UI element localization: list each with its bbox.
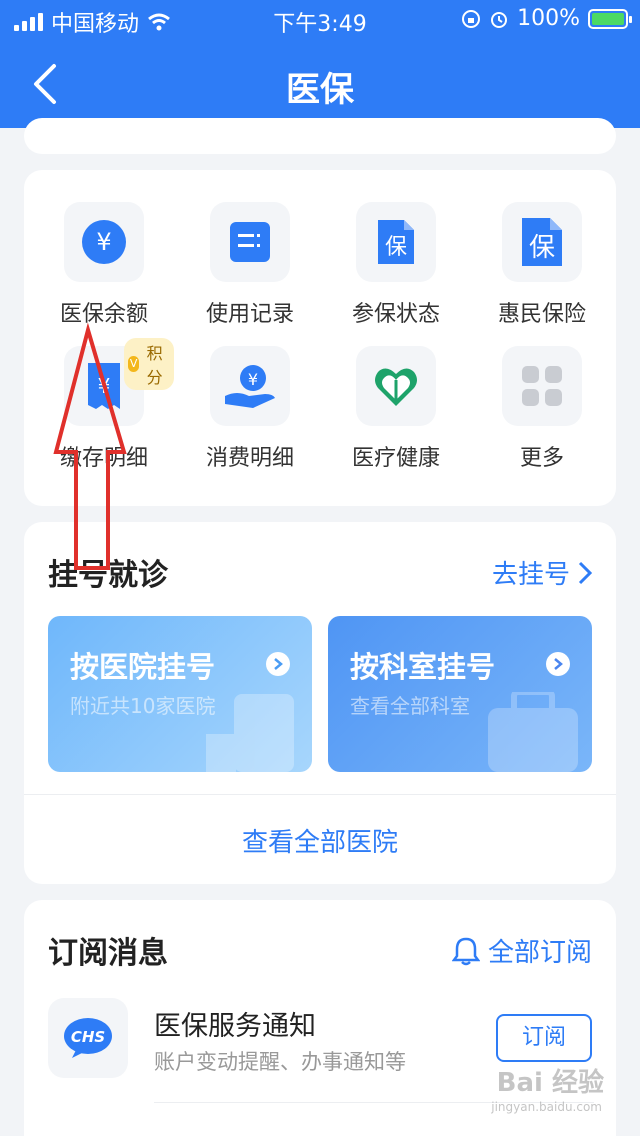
hand-coin-icon: ¥ xyxy=(225,365,275,408)
service-icon-box xyxy=(502,346,582,426)
card-title: 按医院挂号 xyxy=(70,650,216,684)
service-balance[interactable]: ¥ 医保余额 xyxy=(34,202,174,328)
bell-icon xyxy=(451,937,480,965)
top-bar: 中国移动 下午3:49 100% 医保 xyxy=(0,0,640,128)
medical-kit-icon xyxy=(488,692,578,772)
grid-more-icon xyxy=(522,366,562,406)
alarm-icon xyxy=(491,11,508,28)
service-label: 更多 xyxy=(519,446,564,471)
svg-text:¥: ¥ xyxy=(96,228,111,256)
top-card xyxy=(24,118,616,154)
service-label: 使用记录 xyxy=(205,302,294,327)
page-title: 医保 xyxy=(286,70,354,110)
service-usage-record[interactable]: 使用记录 xyxy=(180,202,320,328)
battery-percent: 100% xyxy=(517,6,580,31)
register-by-hospital-card[interactable]: 按医院挂号 附近共10家医院 xyxy=(48,616,312,772)
service-icon-box xyxy=(356,346,436,426)
rotation-lock-icon xyxy=(462,9,481,28)
notice-title: 医保服务通知 xyxy=(154,1011,316,1042)
arrow-circle-icon xyxy=(546,652,570,676)
watermark-logo: Bai 经验 xyxy=(496,1068,604,1098)
notice-desc: 账户变动提醒、办事通知等 xyxy=(154,1050,406,1074)
service-label: 消费明细 xyxy=(205,446,294,471)
svg-text:¥: ¥ xyxy=(248,370,258,389)
building-icon xyxy=(206,694,294,772)
service-label: 参保状态 xyxy=(351,302,440,327)
receipt-icon: ¥ xyxy=(88,363,120,409)
watermark-url: jingyan.baidu.com xyxy=(491,1100,602,1114)
registration-card: 挂号就诊 去挂号 按医院挂号 附近共10家医院 按科室挂号 查看全部科室 查看全… xyxy=(24,522,616,884)
link-text: 全部订阅 xyxy=(487,938,592,968)
service-label: 医保余额 xyxy=(59,302,148,327)
service-label: 惠民保险 xyxy=(497,302,586,327)
subscribe-button[interactable]: 订阅 xyxy=(496,1014,592,1062)
service-consumption-detail[interactable]: ¥ 消费明细 xyxy=(180,346,320,472)
service-insurance-status[interactable]: 保 参保状态 xyxy=(326,202,466,328)
service-icon-box: ¥ xyxy=(210,346,290,426)
register-by-department-card[interactable]: 按科室挂号 查看全部科室 xyxy=(328,616,592,772)
glyph: 保 xyxy=(385,235,407,260)
status-right: 100% xyxy=(461,6,632,31)
service-icon-box: ¥ xyxy=(64,202,144,282)
view-all-hospitals-link[interactable]: 查看全部医院 xyxy=(24,822,616,859)
card-title: 按科室挂号 xyxy=(350,650,496,684)
logo-text: CHS xyxy=(71,1028,105,1046)
service-icon-box: 保 xyxy=(502,202,582,282)
card-subtitle: 附近共10家医院 xyxy=(70,694,216,718)
chs-logo-icon: CHS xyxy=(64,1018,112,1058)
services-card: ¥ 医保余额 使用记录 保 参保状态 保 惠民保险 ¥ 缴存明细 V 积分 ¥ 消… xyxy=(24,170,616,506)
service-label: 医疗健康 xyxy=(351,446,440,471)
all-subscriptions-link[interactable]: 全部订阅 xyxy=(451,932,592,969)
arrow-circle-icon xyxy=(266,652,290,676)
link-text: 去挂号 xyxy=(491,560,570,590)
coin-icon: V xyxy=(128,356,140,372)
yuan-coin-icon: ¥ xyxy=(82,220,126,264)
chs-logo: CHS xyxy=(48,998,128,1078)
badge-text: 积分 xyxy=(146,344,163,387)
service-label: 缴存明细 xyxy=(59,446,148,471)
go-register-link[interactable]: 去挂号 xyxy=(492,554,592,591)
insurance-doc-icon: 保 xyxy=(378,220,414,264)
card-subtitle: 查看全部科室 xyxy=(350,694,470,718)
battery-icon xyxy=(588,8,632,29)
section-title: 订阅消息 xyxy=(48,936,168,971)
service-huimin-insurance[interactable]: 保 惠民保险 xyxy=(472,202,612,328)
divider xyxy=(24,794,616,795)
svg-text:¥: ¥ xyxy=(98,374,111,398)
record-list-icon xyxy=(230,222,270,262)
glyph: 保 xyxy=(529,233,555,263)
service-more[interactable]: 更多 xyxy=(472,346,612,472)
status-bar: 中国移动 下午3:49 100% xyxy=(0,0,640,40)
service-medical-health[interactable]: 医疗健康 xyxy=(326,346,466,472)
service-icon-box xyxy=(210,202,290,282)
insurance-doc-icon: 保 xyxy=(522,218,562,266)
section-title: 挂号就诊 xyxy=(48,558,168,593)
chevron-right-icon xyxy=(578,561,592,584)
service-icon-box: 保 xyxy=(356,202,436,282)
heart-icon xyxy=(375,368,417,406)
points-badge: V 积分 xyxy=(124,338,174,390)
service-deposit-detail[interactable]: ¥ 缴存明细 V 积分 xyxy=(34,338,174,472)
